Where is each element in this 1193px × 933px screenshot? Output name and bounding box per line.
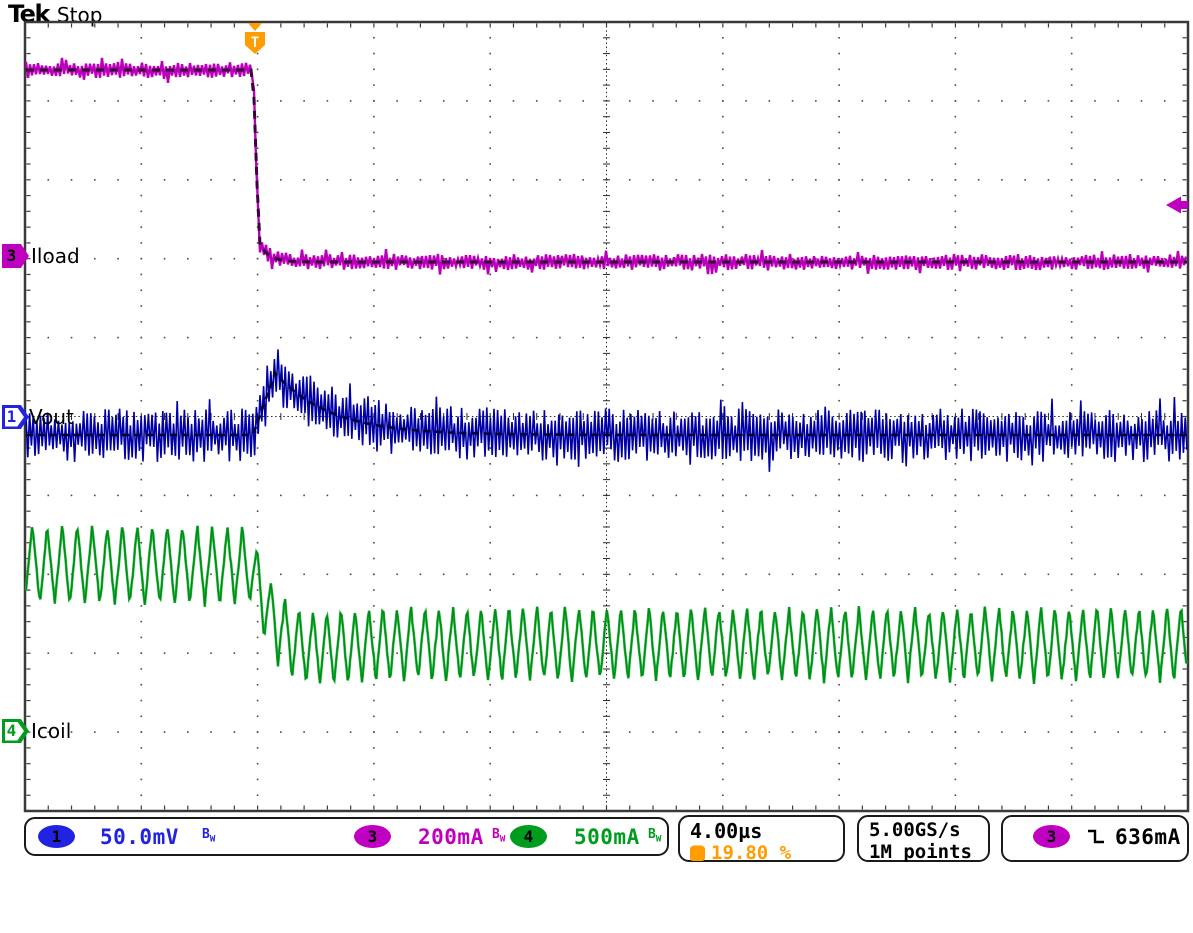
channel-4-scale: 500mA xyxy=(574,825,640,849)
sample-rate: 5.00GS/s xyxy=(869,819,961,841)
channel-1-marker-number: 1 xyxy=(2,407,21,426)
channel-4-bandwidth-icon: BW xyxy=(648,827,661,845)
channel-scale-readout-box: 1 50.0mV BW 3 200mA BW 4 500mA BW xyxy=(24,817,669,856)
trigger-position-percent: 19.80 % xyxy=(711,842,791,864)
falling-edge-icon xyxy=(1085,827,1107,847)
trigger-position-tip-icon xyxy=(248,23,262,31)
channel-4-badge: 4 xyxy=(510,825,547,848)
channel-3-badge: 3 xyxy=(354,825,391,848)
waveform-display: T xyxy=(0,0,1193,880)
timebase-scale: 4.00µs xyxy=(690,819,762,843)
channel-3-scale: 200mA xyxy=(418,825,484,849)
oscilloscope-screen: { "header": { "logo": "Tek", "status": "… xyxy=(0,0,1193,933)
channel-1-position-marker[interactable]: 1 xyxy=(2,405,29,429)
channel-4-position-marker[interactable]: 4 xyxy=(2,719,29,743)
trigger-flag-label: T xyxy=(251,35,259,51)
trigger-icon: T xyxy=(690,846,705,861)
channel-4-badge-number: 4 xyxy=(524,827,534,846)
channel-3-label: Iload xyxy=(31,244,80,268)
channel-3-bandwidth-icon: BW xyxy=(492,827,505,845)
channel-3-marker-number: 3 xyxy=(2,246,21,265)
trigger-source-badge: 3 xyxy=(1033,825,1070,848)
timebase-readout-box: 4.00µs T 19.80 % xyxy=(678,815,845,862)
trigger-position-readout: T 19.80 % xyxy=(690,842,791,864)
trigger-position-marker[interactable]: T xyxy=(245,23,265,54)
trigger-level: 636mA xyxy=(1115,825,1181,849)
acquisition-readout-box: 5.00GS/s 1M points xyxy=(857,815,990,862)
channel-4-label: Icoil xyxy=(31,719,71,743)
channel-3-badge-number: 3 xyxy=(368,827,378,846)
channel-1-badge-number: 1 xyxy=(52,827,62,846)
channel-1-bandwidth-icon: BW xyxy=(202,827,215,845)
record-length: 1M points xyxy=(869,841,972,863)
channel-1-scale: 50.0mV xyxy=(100,825,179,849)
channel-3-position-marker[interactable]: 3 xyxy=(2,244,29,268)
channel-1-badge: 1 xyxy=(38,825,75,848)
channel-4-marker-number: 4 xyxy=(2,721,21,740)
trigger-source-number: 3 xyxy=(1047,827,1057,846)
trigger-readout-box: 3 636mA xyxy=(1001,815,1189,862)
channel-1-label: Vout xyxy=(29,405,74,429)
